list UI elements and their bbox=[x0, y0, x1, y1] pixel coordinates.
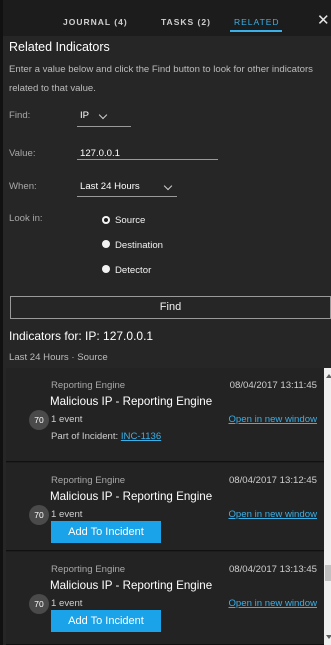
incident-link[interactable]: INC-1136 bbox=[121, 431, 161, 442]
list-scrollbar[interactable] bbox=[324, 368, 331, 645]
add-to-incident-button[interactable]: Add To Incident bbox=[51, 610, 161, 632]
part-of-incident-label: Part of Incident: bbox=[51, 431, 119, 442]
panel-title: Related Indicators bbox=[9, 40, 110, 54]
radio-destination[interactable] bbox=[102, 240, 110, 248]
lookin-label: Look in: bbox=[9, 213, 43, 224]
indicator-source: Reporting Engine bbox=[51, 475, 126, 486]
event-count: 1 event bbox=[51, 414, 83, 425]
active-tab-indicator bbox=[230, 30, 282, 32]
chevron-down-icon[interactable] bbox=[163, 181, 173, 191]
tab-related[interactable]: RELATED bbox=[234, 17, 280, 27]
radio-destination-label[interactable]: Destination bbox=[115, 240, 163, 251]
indicator-timestamp: 08/04/2017 13:11:45 bbox=[229, 380, 317, 391]
close-icon[interactable]: ✕ bbox=[317, 13, 330, 28]
find-button[interactable]: Find bbox=[10, 296, 331, 319]
indicator-card[interactable]: Reporting Engine 08/04/2017 13:11:45 Mal… bbox=[6, 368, 324, 462]
risk-score-badge: 70 bbox=[29, 410, 49, 430]
related-panel: JOURNAL (4) TASKS (2) RELATED ✕ Related … bbox=[0, 0, 331, 645]
results-subtitle: Last 24 Hours · Source bbox=[9, 352, 108, 363]
panel-description: Enter a value below and click the Find b… bbox=[9, 64, 313, 94]
event-count: 1 event bbox=[51, 598, 83, 609]
value-label: Value: bbox=[9, 148, 36, 159]
open-in-new-window-link[interactable]: Open in new window bbox=[228, 598, 317, 609]
event-count: 1 event bbox=[51, 509, 83, 520]
open-in-new-window-link[interactable]: Open in new window bbox=[228, 414, 317, 425]
risk-score-badge: 70 bbox=[29, 505, 49, 525]
indicator-timestamp: 08/04/2017 13:13:45 bbox=[228, 564, 317, 575]
when-select[interactable] bbox=[77, 196, 177, 197]
find-label: Find: bbox=[9, 110, 31, 121]
risk-score-badge: 70 bbox=[29, 594, 49, 614]
indicator-card[interactable]: Reporting Engine 08/04/2017 13:13:45 Mal… bbox=[6, 552, 324, 645]
indicator-list: Reporting Engine 08/04/2017 13:11:45 Mal… bbox=[6, 368, 324, 645]
value-input[interactable]: 127.0.0.1 bbox=[80, 148, 120, 159]
scrollbar-thumb[interactable] bbox=[325, 565, 331, 581]
radio-source[interactable] bbox=[102, 216, 110, 224]
indicator-title: Malicious IP - Reporting Engine bbox=[50, 490, 213, 503]
arrow-down-icon[interactable] bbox=[326, 635, 331, 639]
radio-detector[interactable] bbox=[102, 265, 110, 273]
chevron-down-icon[interactable] bbox=[98, 110, 108, 120]
find-select-value[interactable]: IP bbox=[80, 110, 89, 121]
tab-bar: JOURNAL (4) TASKS (2) RELATED ✕ bbox=[3, 0, 331, 36]
when-select-value[interactable]: Last 24 Hours bbox=[80, 181, 140, 192]
value-field[interactable] bbox=[77, 159, 218, 160]
find-select[interactable] bbox=[77, 126, 131, 127]
when-label: When: bbox=[9, 181, 37, 192]
part-of-incident: Part of Incident: INC-1136 bbox=[51, 431, 161, 442]
indicator-source: Reporting Engine bbox=[51, 564, 126, 575]
indicator-title: Malicious IP - Reporting Engine bbox=[50, 395, 213, 408]
indicator-card[interactable]: Reporting Engine 08/04/2017 13:12:45 Mal… bbox=[6, 463, 324, 551]
add-to-incident-button[interactable]: Add To Incident bbox=[51, 521, 161, 543]
indicator-title: Malicious IP - Reporting Engine bbox=[50, 579, 213, 592]
indicator-source: Reporting Engine bbox=[51, 380, 126, 391]
open-in-new-window-link[interactable]: Open in new window bbox=[228, 509, 317, 520]
arrow-up-icon[interactable] bbox=[326, 374, 331, 378]
tab-journal[interactable]: JOURNAL (4) bbox=[63, 17, 128, 27]
indicator-timestamp: 08/04/2017 13:12:45 bbox=[228, 475, 317, 486]
tab-tasks[interactable]: TASKS (2) bbox=[161, 17, 211, 27]
radio-source-label[interactable]: Source bbox=[115, 215, 145, 226]
radio-detector-label[interactable]: Detector bbox=[115, 265, 151, 276]
results-title: Indicators for: IP: 127.0.0.1 bbox=[9, 329, 154, 343]
